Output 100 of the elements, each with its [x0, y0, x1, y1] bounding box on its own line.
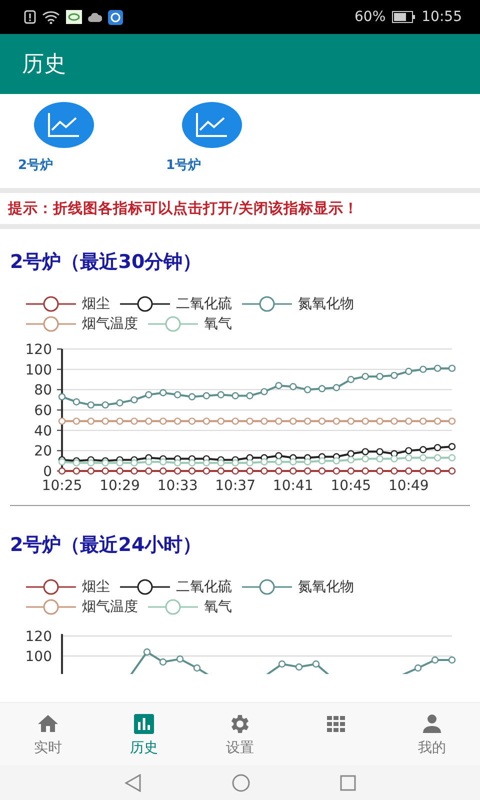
- data-point: [290, 383, 297, 390]
- data-point: [405, 467, 412, 475]
- app-bar-title: 历史: [22, 51, 66, 79]
- data-point: [362, 467, 369, 475]
- data-point: [202, 418, 210, 425]
- app-icon: [66, 10, 82, 24]
- chart-title: 2号炉（最近30分钟）: [9, 250, 203, 275]
- data-point: [275, 418, 282, 425]
- legend-item[interactable]: 氧气: [148, 598, 232, 616]
- data-point: [145, 467, 152, 475]
- axis-label: 10:41: [272, 478, 314, 491]
- data-point: [145, 418, 152, 425]
- legend-item[interactable]: 氧气: [148, 315, 232, 333]
- data-point: [58, 393, 66, 400]
- axis-label: 10:33: [157, 478, 198, 491]
- data-point: [160, 389, 167, 396]
- data-point: [405, 418, 412, 425]
- person-icon: [420, 712, 444, 736]
- data-point: [260, 388, 268, 396]
- axis-label: 0: [43, 464, 52, 480]
- data-point: [202, 392, 210, 400]
- data-point: [188, 418, 196, 425]
- legend-item[interactable]: 烟尘: [26, 295, 110, 313]
- legend-item[interactable]: 烟气温度: [26, 598, 138, 616]
- y-axis: [61, 634, 63, 674]
- axis-label: 60: [34, 403, 52, 419]
- chart-title: 2号炉（最近24小时）: [9, 533, 203, 558]
- axis-label: 10:49: [388, 478, 429, 491]
- legend-item[interactable]: 氮氧化物: [242, 578, 354, 596]
- data-point: [448, 467, 456, 475]
- data-point: [260, 418, 268, 425]
- clock: 10:55: [422, 9, 462, 25]
- data-point: [362, 418, 369, 425]
- data-point: [290, 418, 297, 425]
- data-point: [290, 467, 297, 475]
- legend-item[interactable]: 烟气温度: [26, 315, 138, 333]
- data-point: [434, 364, 442, 372]
- furnace-button[interactable]: 1号炉: [162, 102, 242, 188]
- bar-chart-icon: [132, 712, 156, 736]
- data-point: [362, 372, 369, 380]
- legend-item[interactable]: 氮氧化物: [242, 295, 354, 313]
- data-point: [304, 467, 312, 475]
- data-point: [72, 398, 80, 406]
- data-point: [246, 392, 254, 400]
- data-point: [188, 393, 196, 400]
- nav-tab[interactable]: 我的: [384, 703, 480, 765]
- data-point: [275, 382, 282, 390]
- data-point: [390, 418, 398, 425]
- line-chart-icon: [195, 112, 229, 138]
- data-point: [376, 372, 384, 380]
- nav-tab[interactable]: 实时: [0, 703, 96, 765]
- data-point: [102, 418, 109, 425]
- data-point: [347, 376, 354, 384]
- nav-tab[interactable]: 设置: [192, 703, 288, 765]
- data-point: [116, 399, 124, 406]
- data-point: [318, 467, 326, 475]
- data-point: [390, 467, 398, 475]
- data-point: [390, 372, 398, 380]
- data-point: [260, 467, 268, 475]
- home-icon[interactable]: [232, 774, 250, 792]
- data-point: [448, 364, 456, 372]
- axis-label: 10:45: [330, 478, 372, 491]
- data-point: [232, 392, 239, 400]
- data-point: [347, 418, 354, 425]
- data-point: [420, 467, 427, 475]
- axis-label: 10:29: [100, 478, 140, 491]
- data-point: [130, 418, 138, 425]
- data-point: [116, 418, 124, 425]
- data-point: [420, 418, 427, 425]
- nav-tab[interactable]: 历史: [96, 703, 192, 765]
- axis-label: 100: [25, 649, 52, 665]
- data-point: [448, 418, 456, 425]
- back-icon[interactable]: [124, 774, 142, 792]
- axis-label: 120: [25, 629, 52, 645]
- data-point: [405, 368, 412, 375]
- data-point: [58, 467, 66, 475]
- axis-label: 40: [34, 423, 52, 440]
- data-point: [434, 418, 442, 425]
- data-point: [232, 418, 239, 425]
- legend-item[interactable]: 二氧化硫: [120, 295, 232, 313]
- data-point: [174, 391, 182, 398]
- data-point: [87, 418, 94, 425]
- furnace-button[interactable]: 2号炉: [14, 102, 94, 188]
- legend-item[interactable]: 二氧化硫: [120, 578, 232, 596]
- data-point: [217, 418, 224, 425]
- app-icon: [108, 10, 123, 24]
- data-point: [434, 444, 442, 452]
- data-point: [448, 443, 456, 450]
- data-point: [318, 385, 326, 392]
- data-point: [376, 418, 384, 425]
- data-point: [332, 418, 340, 425]
- recents-icon[interactable]: [340, 774, 356, 790]
- axis-label: 120: [25, 342, 52, 358]
- line-chart-icon: [47, 112, 81, 138]
- data-point: [304, 386, 312, 394]
- alert-icon: [24, 10, 36, 24]
- legend-item[interactable]: 烟尘: [26, 578, 110, 596]
- wifi-icon: [42, 10, 60, 24]
- data-point: [145, 391, 152, 398]
- axis-label: 80: [34, 382, 52, 399]
